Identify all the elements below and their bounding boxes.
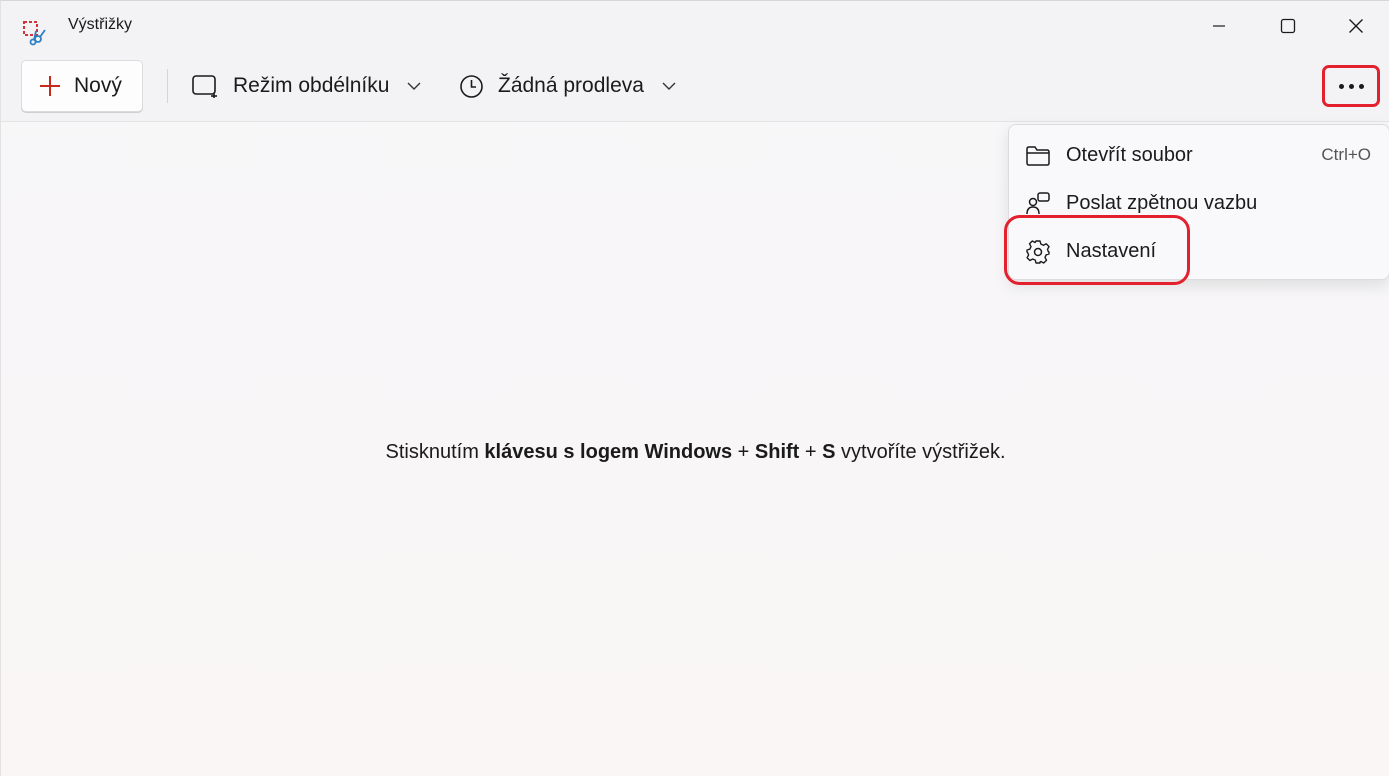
menu-item-shortcut: Ctrl+O: [1321, 145, 1371, 164]
toolbar: Nový Režim obdélníku Žádná prodleva: [1, 53, 1389, 122]
close-icon: [1349, 19, 1363, 33]
hint-windows-key: klávesu s logem Windows: [484, 441, 733, 463]
minimize-icon: [1213, 25, 1225, 27]
chevron-down-icon: [407, 82, 421, 90]
chevron-down-icon: [662, 82, 676, 90]
maximize-button[interactable]: [1265, 9, 1311, 43]
window-title: Výstřižky: [68, 16, 132, 33]
menu-item-label: Poslat zpětnou vazbu: [1066, 191, 1258, 214]
delay-dropdown[interactable]: Žádná prodleva: [459, 60, 676, 112]
snipping-tool-icon: [23, 21, 46, 46]
hint-prefix: Stisknutím: [385, 441, 485, 463]
maximize-icon: [1280, 18, 1296, 34]
hint-s-key: S: [822, 441, 836, 463]
clock-icon: [460, 74, 483, 98]
menu-item-label: Otevřít soubor: [1066, 143, 1193, 166]
rectangle-mode-icon: [192, 75, 217, 98]
menu-item-open-file[interactable]: Otevřít soubor Ctrl+O: [1009, 133, 1389, 177]
snip-mode-label: Režim obdélníku: [233, 74, 390, 97]
more-options-button[interactable]: [1322, 65, 1380, 107]
hint-suffix: vytvoříte výstřižek.: [835, 441, 1006, 463]
more-icon: [1338, 83, 1364, 89]
feedback-icon: [1026, 192, 1050, 215]
minimize-button[interactable]: [1196, 9, 1242, 43]
hint-plus: +: [799, 441, 823, 463]
hint-plus: +: [732, 441, 755, 463]
settings-highlight-annotation: [1004, 215, 1190, 285]
plus-icon: [40, 76, 60, 96]
snip-mode-dropdown[interactable]: Režim obdélníku: [191, 60, 421, 112]
new-snip-button[interactable]: Nový: [21, 60, 143, 112]
folder-icon: [1026, 146, 1050, 166]
delay-label: Žádná prodleva: [498, 74, 644, 97]
close-button[interactable]: [1333, 9, 1379, 43]
snipping-tool-window: Výstřižky Nový Režim obdélníku Žádná pro…: [0, 0, 1389, 776]
hint-shift-key: Shift: [754, 441, 800, 463]
title-bar[interactable]: Výstřižky: [1, 1, 1389, 53]
toolbar-separator: [167, 69, 168, 103]
empty-state-hint: Stisknutím klávesu s logem Windows + Shi…: [1, 441, 1389, 464]
new-snip-label: Nový: [74, 74, 122, 97]
